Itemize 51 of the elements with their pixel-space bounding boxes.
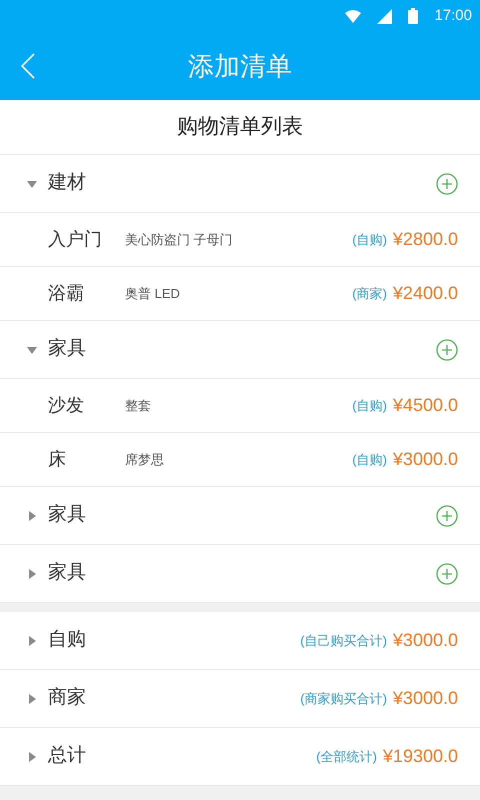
category-row[interactable]: 建材 <box>0 155 480 213</box>
category-row[interactable]: 家具 <box>0 545 480 603</box>
item-source: (自购) <box>352 230 387 249</box>
category-name: 家具 <box>48 503 86 528</box>
item-price: ¥2400.0 <box>392 282 458 305</box>
item-note: 整套 <box>125 396 151 415</box>
battery-icon <box>408 8 418 24</box>
back-icon <box>21 53 35 79</box>
summary-row[interactable]: 总计 (全部统计) ¥19300.0 <box>0 728 480 786</box>
category-name: 家具 <box>48 337 86 362</box>
item-note: 美心防盗门 子母门 <box>125 230 233 249</box>
item-source: (自购) <box>352 396 387 415</box>
item-row[interactable]: 床 席梦思 (自购) ¥3000.0 <box>0 433 480 487</box>
summary-note: (商家购买合计) <box>300 690 387 708</box>
page-title: 添加清单 <box>188 50 292 82</box>
item-price: ¥3000.0 <box>392 448 458 471</box>
item-price: ¥2800.0 <box>392 228 458 251</box>
item-row[interactable]: 入户门 美心防盗门 子母门 (自购) ¥2800.0 <box>0 213 480 267</box>
item-name: 浴霸 <box>48 282 85 305</box>
summary-row[interactable]: 自购 (自己购买合计) ¥3000.0 <box>0 612 480 670</box>
item-price: ¥4500.0 <box>392 394 458 417</box>
category-name: 建材 <box>48 171 86 196</box>
item-note: 席梦思 <box>125 450 164 469</box>
item-row[interactable]: 浴霸 奥普 LED (商家) ¥2400.0 <box>0 267 480 321</box>
category-row[interactable]: 家具 <box>0 321 480 379</box>
item-name: 入户门 <box>48 228 103 251</box>
add-icon[interactable] <box>436 504 458 526</box>
summary-amount: ¥19300.0 <box>382 745 458 768</box>
summary-name: 商家 <box>48 686 86 710</box>
list-title: 购物清单列表 <box>177 114 303 140</box>
summary-note: (自己购买合计) <box>300 632 387 650</box>
add-icon[interactable] <box>436 338 458 360</box>
signal-icon <box>377 8 392 24</box>
status-time: 17:00 <box>434 6 472 26</box>
category-name: 家具 <box>48 561 86 586</box>
summary-name: 自购 <box>48 628 86 652</box>
item-name: 床 <box>48 448 67 471</box>
summary-amount: ¥3000.0 <box>392 629 458 652</box>
add-icon[interactable] <box>436 172 458 194</box>
category-row[interactable]: 家具 <box>0 487 480 545</box>
summary-amount: ¥3000.0 <box>392 687 458 710</box>
wifi-icon <box>345 10 362 22</box>
item-source: (商家) <box>352 284 387 303</box>
summary-note: (全部统计) <box>316 748 377 766</box>
summary-row[interactable]: 商家 (商家购买合计) ¥3000.0 <box>0 670 480 728</box>
item-row[interactable]: 沙发 整套 (自购) ¥4500.0 <box>0 379 480 433</box>
summary-name: 总计 <box>48 744 86 768</box>
item-name: 沙发 <box>48 394 85 417</box>
item-source: (自购) <box>352 450 387 469</box>
item-note: 奥普 LED <box>125 284 180 303</box>
add-icon[interactable] <box>436 562 458 584</box>
